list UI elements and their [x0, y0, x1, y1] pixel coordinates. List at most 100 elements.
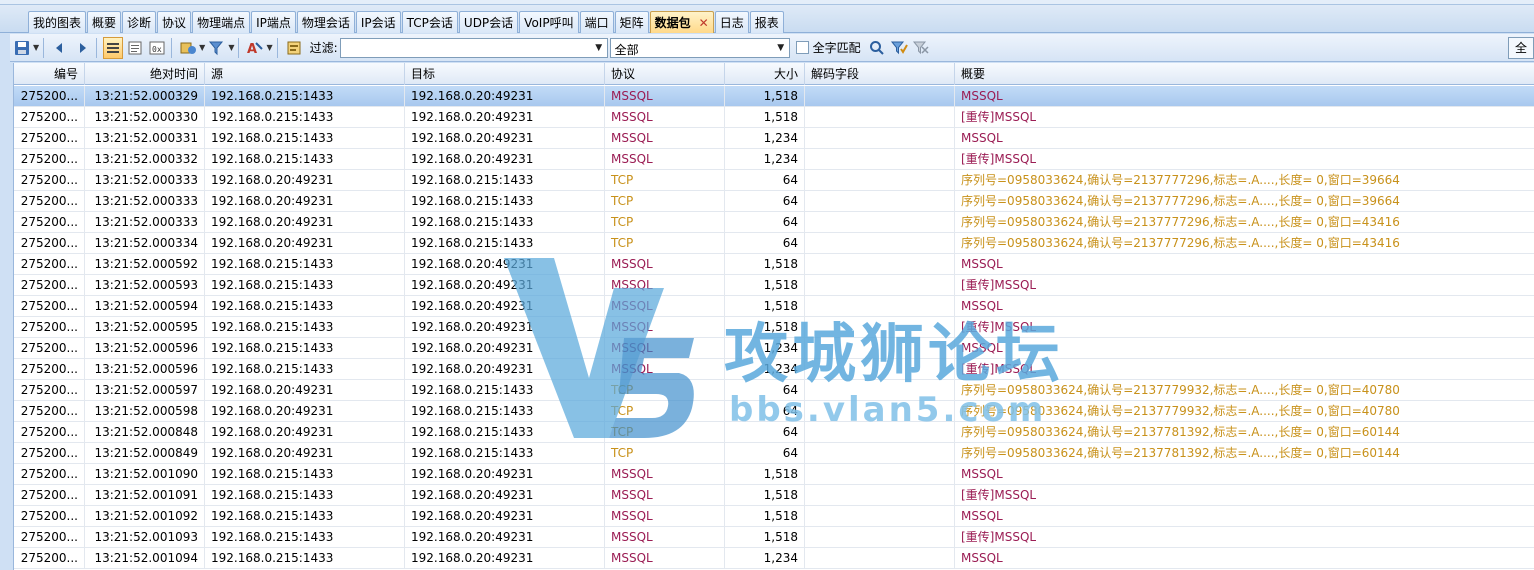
right-all-button[interactable]: 全部 [1508, 37, 1534, 59]
table-row[interactable]: 275200... 13:21:52.000595 192.168.0.215:14… [14, 317, 1534, 338]
column-header-dst[interactable]: 目标 [405, 63, 605, 85]
tab-15[interactable]: 报表 [749, 11, 784, 33]
table-row[interactable]: 275200... 13:21:52.000596 192.168.0.215:14… [14, 359, 1534, 380]
filter-input[interactable]: ▼ [339, 37, 608, 58]
tab-12[interactable]: 矩阵 [614, 11, 649, 33]
cell-summary: MSSQL [961, 467, 1003, 481]
column-header-size[interactable]: 大小 [725, 63, 805, 85]
cell-decode [805, 464, 955, 485]
cell-proto: TCP [605, 401, 725, 422]
save-dropdown-icon[interactable]: ▼ [33, 43, 39, 52]
cell-time: 13:21:52.000329 [85, 86, 205, 107]
column-header-proto[interactable]: 协议 [605, 63, 725, 85]
back-arrow-icon[interactable] [50, 37, 70, 59]
search-icon[interactable] [867, 37, 887, 59]
save-icon[interactable] [12, 37, 32, 59]
table-row[interactable]: 275200... 13:21:52.001090 192.168.0.215:14… [14, 464, 1534, 485]
cell-proto: TCP [605, 422, 725, 443]
table-row[interactable]: 275200... 13:21:52.000334 192.168.0.20:492… [14, 233, 1534, 254]
filter-options-dropdown-icon[interactable]: ▼ [228, 43, 234, 52]
cell-proto: MSSQL [605, 527, 725, 548]
table-row[interactable]: 275200... 13:21:52.000592 192.168.0.215:14… [14, 254, 1534, 275]
cell-id: 275200... [14, 317, 85, 338]
clear-filter-icon[interactable] [911, 37, 931, 59]
tab-1[interactable]: 概要 [87, 11, 122, 33]
tab-7[interactable]: IP会话 [355, 11, 401, 33]
table-row[interactable]: 275200... 13:21:52.000597 192.168.0.20:492… [14, 380, 1534, 401]
cell-id: 275200... [14, 86, 85, 107]
tab-10[interactable]: VoIP呼叫 [519, 11, 579, 33]
table-row[interactable]: 275200... 13:21:52.000333 192.168.0.20:492… [14, 170, 1534, 191]
decode-options-dropdown-icon[interactable]: ▼ [199, 43, 205, 52]
cell-time: 13:21:52.001092 [85, 506, 205, 527]
settings-panel-icon[interactable] [284, 37, 304, 59]
cell-proto: MSSQL [605, 107, 725, 128]
chevron-down-icon[interactable]: ▼ [774, 40, 788, 56]
tab-0[interactable]: 我的图表 [28, 11, 87, 33]
tab-11[interactable]: 端口 [579, 11, 614, 33]
view-tab-bar: 我的图表 概要 诊断 协议 物理端点 IP端点 物理会话 IP会话 TCP会话 UDP会话 VoIP… [0, 5, 1534, 33]
column-header-time[interactable]: 绝对时间 [85, 63, 205, 85]
table-row[interactable]: 275200... 13:21:52.000596 192.168.0.215:14… [14, 338, 1534, 359]
table-row[interactable]: 275200... 13:21:52.001092 192.168.0.215:14… [14, 506, 1534, 527]
font-tools-icon[interactable]: A [245, 37, 265, 59]
filter-options-icon[interactable] [207, 37, 227, 59]
table-row[interactable]: 275200... 13:21:52.000594 192.168.0.215:14… [14, 296, 1534, 317]
filter-scope-select[interactable]: 全部 ▼ [609, 37, 790, 58]
column-header-id[interactable]: 编号 [14, 63, 85, 85]
table-row[interactable]: 275200... 13:21:52.001091 192.168.0.215:14… [14, 485, 1534, 506]
cell-id: 275200... [14, 254, 85, 275]
close-icon[interactable]: ✕ [699, 13, 709, 33]
cell-dst: 192.168.0.20:49231 [405, 296, 605, 317]
table-row[interactable]: 275200... 13:21:52.000849 192.168.0.20:492… [14, 443, 1534, 464]
cell-time: 13:21:52.000596 [85, 338, 205, 359]
table-row[interactable]: 275200... 13:21:52.000329 192.168.0.215:14… [14, 86, 1534, 107]
cell-dst: 192.168.0.215:1433 [405, 401, 605, 422]
cell-id: 275200... [14, 443, 85, 464]
tab-14[interactable]: 日志 [714, 11, 749, 33]
cell-src: 192.168.0.20:49231 [205, 212, 405, 233]
table-row[interactable]: 275200... 13:21:52.000333 192.168.0.20:492… [14, 212, 1534, 233]
column-header-decode[interactable]: 解码字段 [805, 63, 955, 85]
cell-id: 275200... [14, 485, 85, 506]
tab-9[interactable]: UDP会话 [458, 11, 519, 33]
tab-3[interactable]: 协议 [157, 11, 192, 33]
cell-size: 64 [725, 401, 805, 422]
forward-arrow-icon[interactable] [72, 37, 92, 59]
cell-decode [805, 233, 955, 254]
tab-4[interactable]: 物理端点 [192, 11, 251, 33]
cell-proto: MSSQL [605, 317, 725, 338]
table-row[interactable]: 275200... 13:21:52.000593 192.168.0.215:14… [14, 275, 1534, 296]
tab-label: 端口 [584, 15, 609, 30]
table-row[interactable]: 275200... 13:21:52.000332 192.168.0.215:14… [14, 149, 1534, 170]
detail-view-icon[interactable] [125, 37, 145, 59]
table-row[interactable]: 275200... 13:21:52.000333 192.168.0.20:492… [14, 191, 1534, 212]
tab-label: IP会话 [360, 15, 396, 30]
tab-13[interactable]: 数据包 ✕ [649, 11, 714, 33]
table-row[interactable]: 275200... 13:21:52.001094 192.168.0.215:14… [14, 548, 1534, 569]
table-row[interactable]: 275200... 13:21:52.001093 192.168.0.215:14… [14, 527, 1534, 548]
fullmatch-checkbox[interactable] [795, 41, 809, 54]
table-row[interactable]: 275200... 13:21:52.000331 192.168.0.215:14… [14, 128, 1534, 149]
hex-view-icon[interactable]: 0x [147, 37, 167, 59]
table-row[interactable]: 275200... 13:21:52.000330 192.168.0.215:14… [14, 107, 1534, 128]
apply-filter-icon[interactable] [889, 37, 909, 59]
cell-proto: MSSQL [605, 338, 725, 359]
table-row[interactable]: 275200... 13:21:52.000848 192.168.0.20:492… [14, 422, 1534, 443]
cell-summary: 序列号=0958033624,确认号=2137777296,标志=.A....,… [961, 194, 1400, 208]
column-header-summary[interactable]: 概要 [955, 63, 1534, 85]
tab-5[interactable]: IP端点 [251, 11, 296, 33]
column-header-src[interactable]: 源 [205, 63, 405, 85]
table-row[interactable]: 275200... 13:21:52.000598 192.168.0.20:492… [14, 401, 1534, 422]
cell-summary: 序列号=0958033624,确认号=2137779932,标志=.A....,… [961, 383, 1400, 397]
cell-time: 13:21:52.000333 [85, 170, 205, 191]
chevron-down-icon[interactable]: ▼ [592, 40, 606, 56]
cell-dst: 192.168.0.20:49231 [405, 548, 605, 569]
tab-label: UDP会话 [463, 15, 514, 30]
list-view-icon[interactable] [103, 36, 124, 59]
tab-8[interactable]: TCP会话 [401, 11, 458, 33]
decode-options-icon[interactable] [178, 37, 198, 59]
tab-2[interactable]: 诊断 [122, 11, 157, 33]
font-tools-dropdown-icon[interactable]: ▼ [266, 43, 272, 52]
tab-6[interactable]: 物理会话 [296, 11, 355, 33]
